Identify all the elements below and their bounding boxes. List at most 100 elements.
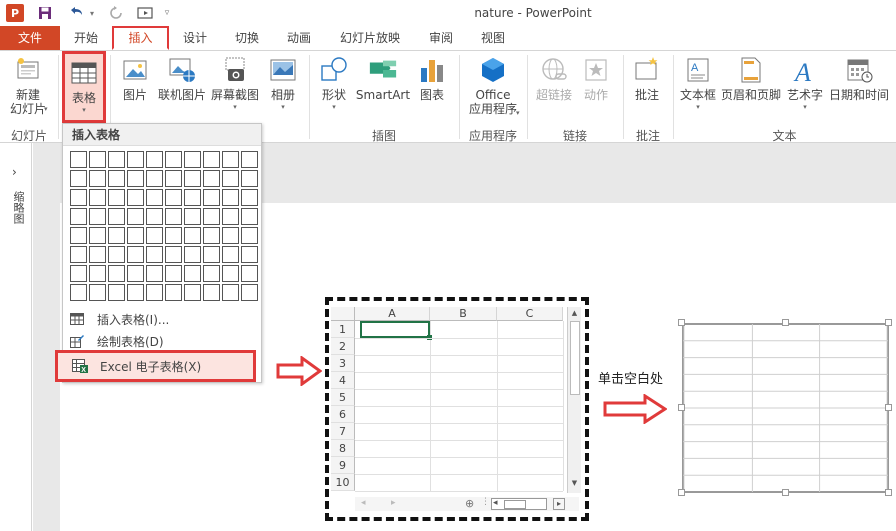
table-grid-cell[interactable] bbox=[146, 189, 163, 206]
resize-handle-top[interactable] bbox=[782, 319, 789, 326]
table-grid-cell[interactable] bbox=[70, 208, 87, 225]
table-grid-cell[interactable] bbox=[127, 170, 144, 187]
resize-handle-bottom-right[interactable] bbox=[885, 489, 892, 496]
embedded-excel-object[interactable]: A B C ▲ ▼ ◂ ▸ ⊕ ⋮ ◂ ▸ 1 2 3 4 5 6 7 8 9 10 bbox=[325, 297, 589, 521]
horizontal-scroll-thumb[interactable] bbox=[504, 500, 526, 509]
table-grid-cell[interactable] bbox=[203, 189, 220, 206]
table-grid-cell[interactable] bbox=[165, 170, 182, 187]
table-grid-cell[interactable] bbox=[70, 189, 87, 206]
table-grid-cell[interactable] bbox=[127, 284, 144, 301]
table-grid-cell[interactable] bbox=[165, 265, 182, 282]
table-grid-cell[interactable] bbox=[127, 227, 144, 244]
thumbnail-pane-label[interactable]: 缩略图 bbox=[10, 191, 26, 224]
smartart-button[interactable]: SmartArt bbox=[355, 55, 411, 102]
row-header[interactable]: 7 bbox=[331, 423, 355, 440]
table-grid-cell[interactable] bbox=[89, 208, 106, 225]
table-grid-cell[interactable] bbox=[241, 208, 258, 225]
scroll-down-icon[interactable]: ▼ bbox=[569, 479, 580, 489]
table-grid-cell[interactable] bbox=[89, 284, 106, 301]
table-grid-cell[interactable] bbox=[108, 265, 125, 282]
table-grid-cell[interactable] bbox=[184, 265, 201, 282]
table-grid-cell[interactable] bbox=[222, 265, 239, 282]
row-header[interactable]: 10 bbox=[331, 474, 355, 491]
resize-handle-right[interactable] bbox=[885, 404, 892, 411]
table-grid-cell[interactable] bbox=[184, 189, 201, 206]
table-grid-cell[interactable] bbox=[146, 265, 163, 282]
row-header[interactable]: 4 bbox=[331, 372, 355, 389]
new-slide-dropdown-icon[interactable]: ▾ bbox=[44, 105, 48, 113]
table-grid-cell[interactable] bbox=[127, 189, 144, 206]
row-header[interactable]: 1 bbox=[331, 321, 355, 338]
tab-view[interactable]: 视图 bbox=[467, 26, 519, 50]
tab-slideshow[interactable]: 幻灯片放映 bbox=[325, 26, 415, 50]
table-grid-cell[interactable] bbox=[127, 246, 144, 263]
comment-button[interactable]: 批注 bbox=[629, 55, 665, 102]
table-button[interactable]: 表格 ▾ bbox=[62, 51, 106, 123]
table-grid-cell[interactable] bbox=[146, 151, 163, 168]
active-cell-a1[interactable] bbox=[360, 321, 430, 338]
column-header-a[interactable]: A bbox=[355, 307, 430, 321]
table-grid-cell[interactable] bbox=[70, 227, 87, 244]
table-grid-cell[interactable] bbox=[165, 227, 182, 244]
sheet-nav-prev-icon[interactable]: ◂ bbox=[361, 498, 366, 508]
splitter-icon[interactable]: ⋮ bbox=[481, 497, 490, 507]
row-header[interactable]: 9 bbox=[331, 457, 355, 474]
table-grid-cell[interactable] bbox=[203, 246, 220, 263]
table-grid-cell[interactable] bbox=[146, 170, 163, 187]
online-picture-button[interactable]: 联机图片 bbox=[157, 55, 207, 102]
action-button[interactable]: 动作 bbox=[578, 55, 614, 102]
table-grid-cell[interactable] bbox=[184, 246, 201, 263]
table-grid-cell[interactable] bbox=[241, 284, 258, 301]
table-grid-cell[interactable] bbox=[203, 208, 220, 225]
table-grid-cell[interactable] bbox=[203, 227, 220, 244]
picture-button[interactable]: 图片 bbox=[118, 55, 152, 102]
table-grid-cell[interactable] bbox=[146, 208, 163, 225]
table-grid-cell[interactable] bbox=[89, 265, 106, 282]
table-size-grid[interactable] bbox=[70, 151, 258, 301]
excel-spreadsheet-menu-item[interactable]: X Excel 电子表格(X) bbox=[55, 350, 256, 382]
table-grid-cell[interactable] bbox=[184, 284, 201, 301]
table-grid-cell[interactable] bbox=[108, 151, 125, 168]
table-grid-cell[interactable] bbox=[222, 284, 239, 301]
table-grid-cell[interactable] bbox=[70, 246, 87, 263]
screenshot-button[interactable]: 屏幕截图 ▾ bbox=[208, 55, 262, 112]
table-grid-cell[interactable] bbox=[241, 246, 258, 263]
table-grid-cell[interactable] bbox=[165, 208, 182, 225]
table-grid-cell[interactable] bbox=[184, 170, 201, 187]
table-grid-cell[interactable] bbox=[89, 189, 106, 206]
table-grid-cell[interactable] bbox=[165, 284, 182, 301]
tab-review[interactable]: 审阅 bbox=[415, 26, 467, 50]
table-grid-cell[interactable] bbox=[222, 227, 239, 244]
table-grid-cell[interactable] bbox=[165, 151, 182, 168]
resize-handle-bottom-left[interactable] bbox=[678, 489, 685, 496]
table-grid-cell[interactable] bbox=[89, 227, 106, 244]
table-grid-cell[interactable] bbox=[89, 246, 106, 263]
table-grid-cell[interactable] bbox=[222, 208, 239, 225]
office-apps-button[interactable]: Office 应用程序 bbox=[462, 55, 524, 116]
column-header-c[interactable]: C bbox=[497, 307, 563, 321]
vertical-scrollbar[interactable]: ▲ ▼ bbox=[567, 307, 581, 493]
tab-file[interactable]: 文件 bbox=[0, 26, 60, 50]
table-grid-cell[interactable] bbox=[165, 189, 182, 206]
table-grid-cell[interactable] bbox=[241, 189, 258, 206]
vertical-scroll-thumb[interactable] bbox=[570, 321, 580, 395]
table-grid-cell[interactable] bbox=[89, 151, 106, 168]
table-grid-cell[interactable] bbox=[146, 227, 163, 244]
header-footer-button[interactable]: 页眉和页脚 bbox=[720, 55, 782, 102]
tab-design[interactable]: 设计 bbox=[169, 26, 221, 50]
date-time-button[interactable]: 日期和时间 bbox=[828, 55, 890, 102]
select-all-corner[interactable] bbox=[331, 307, 355, 321]
table-grid-cell[interactable] bbox=[222, 170, 239, 187]
add-sheet-icon[interactable]: ⊕ bbox=[465, 497, 474, 510]
table-grid-cell[interactable] bbox=[70, 151, 87, 168]
table-grid-cell[interactable] bbox=[70, 284, 87, 301]
table-grid-cell[interactable] bbox=[108, 170, 125, 187]
table-grid-cell[interactable] bbox=[70, 265, 87, 282]
resize-handle-top-left[interactable] bbox=[678, 319, 685, 326]
table-grid-cell[interactable] bbox=[222, 151, 239, 168]
table-grid-cell[interactable] bbox=[203, 265, 220, 282]
row-header[interactable]: 2 bbox=[331, 338, 355, 355]
table-grid-cell[interactable] bbox=[108, 284, 125, 301]
sheet-nav-next-icon[interactable]: ▸ bbox=[391, 498, 396, 508]
table-grid-cell[interactable] bbox=[241, 265, 258, 282]
